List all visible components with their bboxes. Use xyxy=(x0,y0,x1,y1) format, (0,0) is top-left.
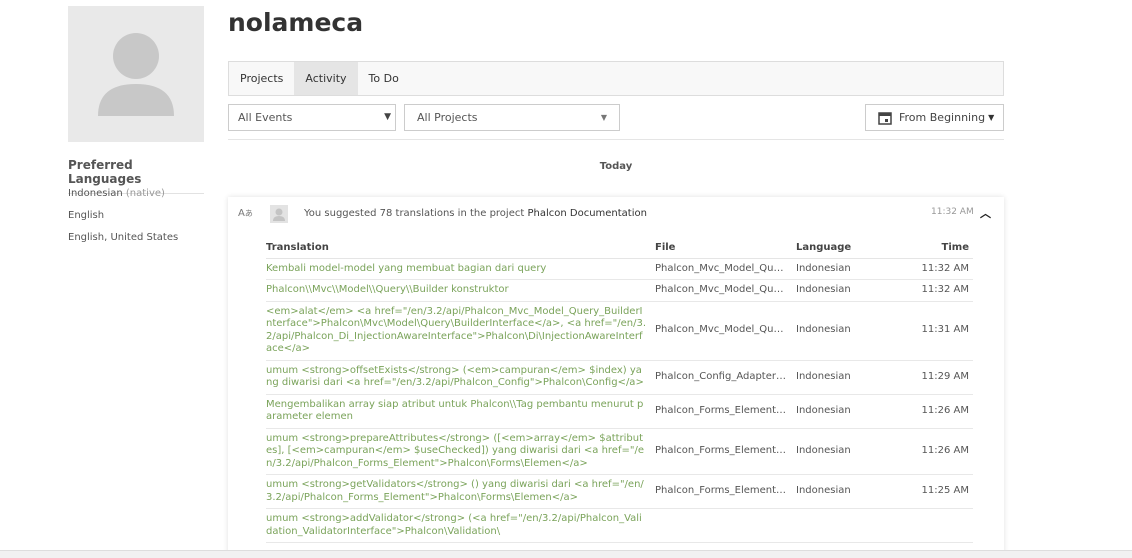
translation-text[interactable]: Mengembalikan array siap atribut untuk P… xyxy=(266,394,655,429)
file-name: Phalcon_Mvc_Model_Query_Builder xyxy=(655,301,796,361)
activity-summary: You suggested 78 translations in the pro… xyxy=(304,208,647,219)
row-time xyxy=(916,508,973,543)
translation-text[interactable]: Phalcon\\Mvc\\Model\\Query\\Builder kons… xyxy=(266,279,655,302)
language-name: English xyxy=(68,210,105,221)
translation-text[interactable]: umum <strong>prepareAttributes</strong> … xyxy=(266,428,655,475)
column-header-time: Time xyxy=(916,237,973,259)
language-name: Indonesian xyxy=(796,360,916,395)
preferred-languages-list: Indonesian (native) English English, Uni… xyxy=(68,187,178,253)
language-item: English xyxy=(68,209,178,231)
column-header-language: Language xyxy=(796,237,916,259)
chevron-up-icon[interactable]: ︿ xyxy=(980,205,991,221)
date-range-label: From Beginning xyxy=(899,111,986,124)
row-time: 11:32 AM xyxy=(916,279,973,302)
translation-text[interactable]: umum <strong>addValidator</strong> (<a h… xyxy=(266,508,655,543)
activity-card: Aあ You suggested 78 translations in the … xyxy=(228,197,1004,558)
column-header-translation: Translation xyxy=(266,237,655,259)
language-name: Indonesian xyxy=(796,394,916,429)
filter-divider xyxy=(228,139,1004,140)
tab-projects[interactable]: Projects xyxy=(229,62,294,95)
file-name: Phalcon_Config_Adapter_Yaml xyxy=(655,360,796,395)
table-header-row: Translation File Language Time xyxy=(266,237,973,259)
language-name: Indonesian xyxy=(796,428,916,475)
projects-select-value: All Projects xyxy=(417,111,478,124)
language-name: Indonesian xyxy=(796,301,916,361)
row-time: 11:32 AM xyxy=(916,258,973,280)
horizontal-scrollbar[interactable] xyxy=(0,550,1132,558)
file-name: Phalcon_Forms_Element_Check xyxy=(655,474,796,509)
table-row[interactable]: umum <strong>prepareAttributes</strong> … xyxy=(266,428,973,475)
projects-select[interactable]: All Projects ▼ xyxy=(404,104,620,131)
activity-time: 11:32 AM xyxy=(931,207,974,217)
language-name: Indonesian xyxy=(796,279,916,302)
events-select[interactable]: All Events ▼ xyxy=(228,104,396,131)
table-row[interactable]: umum <strong>getValidators</strong> () y… xyxy=(266,474,973,509)
avatar xyxy=(270,205,288,223)
project-link[interactable]: Phalcon Documentation xyxy=(527,208,647,219)
native-note: (native) xyxy=(125,188,165,199)
user-silhouette-icon xyxy=(98,33,174,116)
tab-activity[interactable]: Activity xyxy=(294,62,358,95)
file-name xyxy=(655,508,796,543)
date-range-button[interactable]: From Beginning ▼ xyxy=(865,104,1004,131)
table-row[interactable]: <em>alat</em> <a href="/en/3.2/api/Phalc… xyxy=(266,301,973,361)
language-name: Indonesian xyxy=(796,474,916,509)
translation-text[interactable]: umum <strong>getValidators</strong> () y… xyxy=(266,474,655,509)
table-row[interactable]: Mengembalikan array siap atribut untuk P… xyxy=(266,394,973,429)
row-time: 11:26 AM xyxy=(916,394,973,429)
day-label: Today xyxy=(599,161,633,172)
table-row[interactable]: Kembali model-model yang membuat bagian … xyxy=(266,258,973,280)
caret-down-icon: ▼ xyxy=(988,113,995,122)
summary-text: You suggested 78 translations in the pro… xyxy=(304,208,525,219)
events-select-value: All Events xyxy=(238,111,293,124)
calendar-icon xyxy=(878,111,892,125)
tab-to-do[interactable]: To Do xyxy=(358,62,410,95)
column-header-file: File xyxy=(655,237,796,259)
profile-avatar xyxy=(68,6,204,142)
language-name: English, United States xyxy=(68,232,179,243)
language-name xyxy=(796,508,916,543)
translation-text[interactable]: Kembali model-model yang membuat bagian … xyxy=(266,258,655,280)
language-item: Indonesian (native) xyxy=(68,187,178,209)
table-row[interactable]: umum <strong>addValidator</strong> (<a h… xyxy=(266,508,973,543)
file-name: Phalcon_Forms_Element_Check xyxy=(655,394,796,429)
dropdown-arrow-icon: ▼ xyxy=(600,113,607,122)
translation-text[interactable]: umum <strong>offsetExists</strong> (<em>… xyxy=(266,360,655,395)
table-row[interactable]: Phalcon\\Mvc\\Model\\Query\\Builder kons… xyxy=(266,279,973,302)
translations-table: Translation File Language Time Kembali m… xyxy=(266,237,973,543)
row-time: 11:26 AM xyxy=(916,428,973,475)
row-time: 11:31 AM xyxy=(916,301,973,361)
row-time: 11:25 AM xyxy=(916,474,973,509)
user-silhouette-icon xyxy=(273,208,285,221)
file-name: Phalcon_Mvc_Model_Query_Builder xyxy=(655,279,796,302)
language-name: Indonesian xyxy=(68,188,123,199)
table-row[interactable]: umum <strong>offsetExists</strong> (<em>… xyxy=(266,360,973,395)
file-name: Phalcon_Mvc_Model_Query_BuilderInterface xyxy=(655,258,796,280)
language-name: Indonesian xyxy=(796,258,916,280)
page-title: nolameca xyxy=(228,8,364,37)
translation-text[interactable]: <em>alat</em> <a href="/en/3.2/api/Phalc… xyxy=(266,301,655,361)
profile-tabs: Projects Activity To Do xyxy=(228,61,1004,96)
row-time: 11:29 AM xyxy=(916,360,973,395)
file-name: Phalcon_Forms_Element_Check xyxy=(655,428,796,475)
language-item: English, United States xyxy=(68,231,178,253)
dropdown-arrow-icon: ▼ xyxy=(384,112,391,122)
translate-icon: Aあ xyxy=(238,208,253,219)
